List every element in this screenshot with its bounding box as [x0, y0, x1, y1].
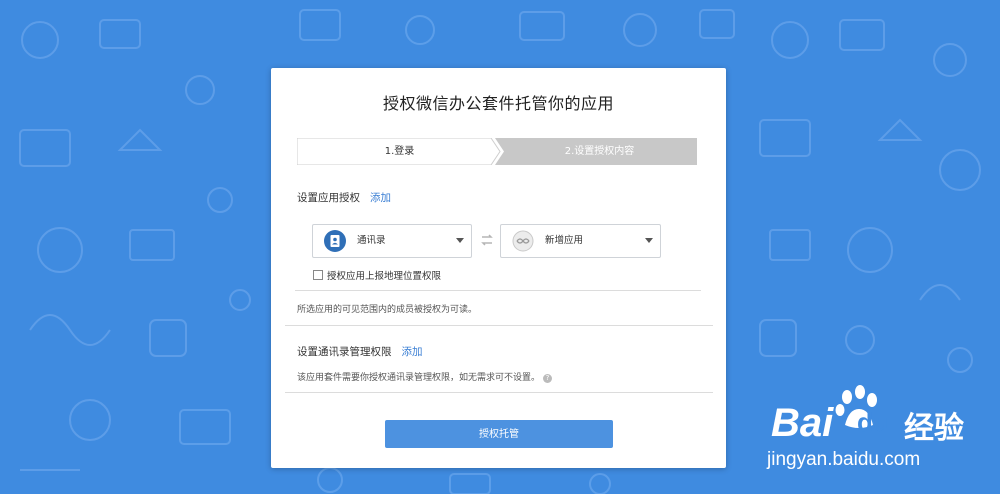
app-auth-section: 设置应用授权 添加: [297, 190, 391, 205]
help-icon[interactable]: ?: [543, 374, 553, 383]
watermark-brand: Bai: [771, 401, 834, 445]
contacts-auth-title: 设置通讯录管理权限: [297, 346, 392, 358]
step-set-auth-content: 2.设置授权内容: [564, 146, 635, 157]
step-indicator: 1.登录 2.设置授权内容: [297, 138, 697, 165]
swap-icon: [481, 234, 493, 246]
chevron-down-icon: [645, 238, 653, 243]
app-auth-note: 所选应用的可见范围内的成员被授权为可读。: [297, 305, 478, 315]
divider: [285, 325, 713, 326]
new-app-icon: [512, 230, 534, 252]
contacts-icon: [324, 230, 346, 252]
location-permission-checkbox[interactable]: [313, 270, 323, 280]
watermark-paw-text: du: [857, 407, 889, 437]
authorization-dialog: 授权微信办公套件托管你的应用 1.登录 2.设置授权内容 设置应用授权 添加 通讯…: [271, 68, 726, 468]
contacts-auth-section: 设置通讯录管理权限 添加: [297, 344, 423, 359]
location-permission-label: 授权应用上报地理位置权限: [327, 271, 442, 282]
baidu-jingyan-watermark: Bai du 经验 jingyan.baidu.com: [765, 383, 1000, 478]
source-app-select[interactable]: 通讯录: [312, 224, 472, 258]
watermark-url: jingyan.baidu.com: [767, 449, 921, 470]
location-permission-row: 授权应用上报地理位置权限: [313, 268, 441, 282]
authorize-hosting-button[interactable]: 授权托管: [385, 420, 613, 448]
divider: [285, 392, 713, 393]
target-app-select[interactable]: 新增应用: [500, 224, 661, 258]
contacts-auth-note: 该应用套件需要你授权通讯录管理权限，如无需求可不设置。: [297, 373, 541, 383]
target-app-value: 新增应用: [545, 235, 584, 246]
step-login: 1.登录: [384, 146, 415, 157]
app-auth-title: 设置应用授权: [297, 192, 360, 204]
watermark-jingyan: 经验: [904, 412, 964, 445]
divider: [295, 290, 701, 291]
add-app-auth-link[interactable]: 添加: [370, 192, 391, 204]
contacts-auth-note-row: 该应用套件需要你授权通讯录管理权限，如无需求可不设置。?: [297, 370, 553, 383]
page-title: 授权微信办公套件托管你的应用: [382, 94, 614, 113]
add-contacts-auth-link[interactable]: 添加: [402, 346, 423, 358]
chevron-down-icon: [456, 238, 464, 243]
source-app-value: 通讯录: [357, 235, 386, 246]
